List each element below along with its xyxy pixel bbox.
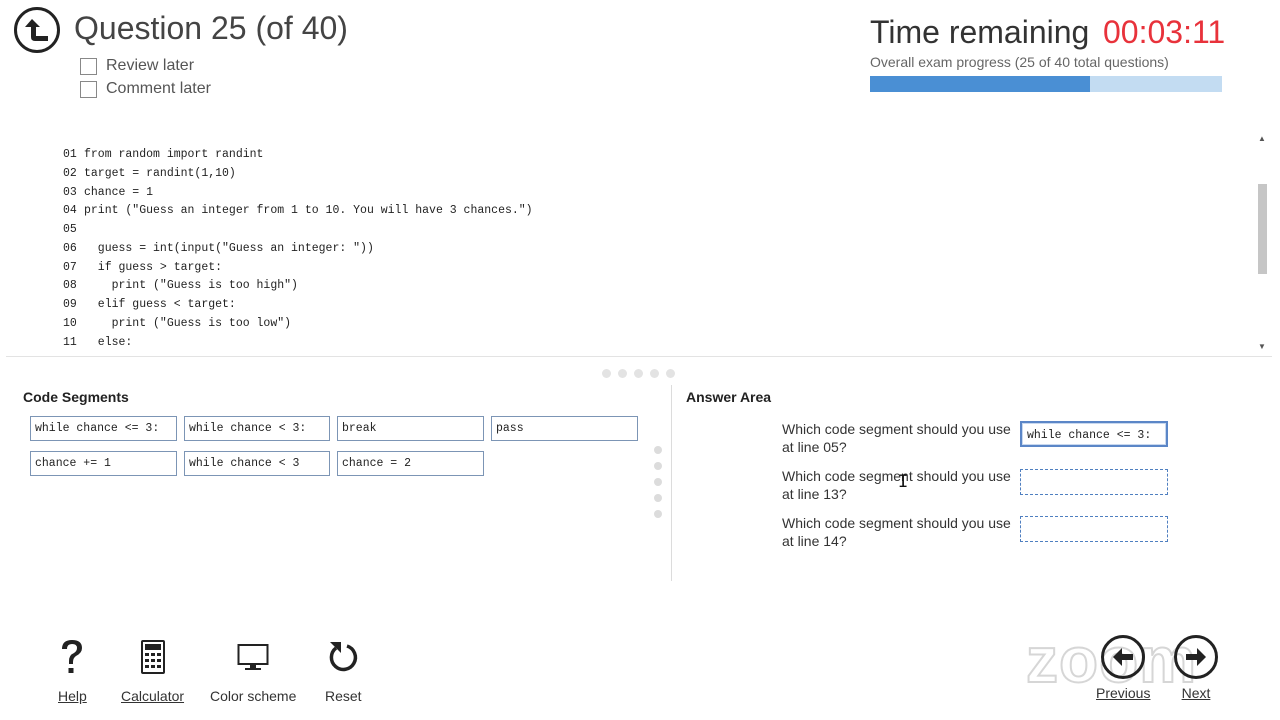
time-remaining-value: 00:03:11 bbox=[1103, 14, 1226, 50]
code-line-number: 05 bbox=[63, 223, 77, 236]
segment-while-chance-lt-3-colon[interactable]: while chance < 3: bbox=[184, 416, 330, 441]
code-line-number: 10 bbox=[63, 316, 77, 330]
answer-question-line-05: Which code segment should you use at lin… bbox=[782, 421, 1011, 455]
time-remaining-label: Time remaining bbox=[870, 14, 1090, 50]
code-line-number: 07 bbox=[63, 260, 77, 274]
code-line-text: chance = 1 bbox=[84, 185, 154, 199]
calculator-button[interactable]: Calculator bbox=[121, 638, 184, 704]
answer-slot-line-13[interactable] bbox=[1020, 469, 1168, 495]
question-title: Question 25 (of 40) bbox=[74, 10, 348, 46]
code-line-text: print ("Guess is too high") bbox=[84, 279, 298, 293]
answer-slot-line-05-value[interactable]: while chance <= 3: bbox=[1027, 429, 1151, 442]
scroll-up-icon[interactable]: ▲ bbox=[1258, 134, 1266, 143]
code-line-number: 11 bbox=[63, 335, 77, 349]
segment-chance-equals-2[interactable]: chance = 2 bbox=[337, 451, 484, 476]
pane-resize-handle[interactable] bbox=[602, 369, 675, 378]
code-line: 08 print ("Guess is too high") bbox=[63, 279, 298, 292]
reset-label: Reset bbox=[325, 688, 362, 704]
exam-progress-fill bbox=[870, 76, 1090, 92]
back-arrow-icon bbox=[25, 19, 48, 41]
code-line: 07 if guess > target: bbox=[63, 261, 222, 274]
review-later-label: Review later bbox=[106, 57, 195, 74]
help-icon bbox=[58, 638, 86, 676]
code-line: 09 elif guess < target: bbox=[63, 298, 236, 311]
code-line: 10 print ("Guess is too low") bbox=[63, 317, 291, 330]
code-line-number: 02 bbox=[63, 166, 77, 180]
comment-later-label: Comment later bbox=[106, 80, 211, 97]
answer-area-heading: Answer Area bbox=[686, 389, 772, 405]
code-line-text: target = randint(1,10) bbox=[84, 166, 236, 180]
code-line: 11 else: bbox=[63, 336, 132, 349]
exam-progress-bar bbox=[870, 76, 1222, 92]
color-scheme-label: Color scheme bbox=[210, 688, 297, 704]
review-later-checkbox[interactable]: Review later bbox=[80, 57, 194, 75]
previous-icon bbox=[1101, 635, 1146, 679]
answer-slot-line-05[interactable]: while chance <= 3: bbox=[1020, 421, 1168, 447]
code-line-text: elif guess < target: bbox=[84, 298, 236, 311]
code-line: 05 bbox=[63, 223, 84, 236]
code-scrollbar[interactable]: ▲ ▼ bbox=[1255, 132, 1269, 354]
next-icon bbox=[1174, 635, 1218, 679]
reset-button[interactable]: Reset bbox=[325, 638, 362, 704]
help-button[interactable]: Help bbox=[58, 638, 87, 704]
segment-pass[interactable]: pass bbox=[491, 416, 638, 441]
code-segments-heading: Code Segments bbox=[23, 389, 129, 405]
previous-button[interactable]: Previous bbox=[1096, 635, 1151, 701]
text-cursor-icon: I bbox=[898, 472, 909, 492]
segment-chance-plus-equals-1[interactable]: chance += 1 bbox=[30, 451, 177, 476]
pane-divider bbox=[6, 356, 1272, 357]
answer-slot-line-14[interactable] bbox=[1020, 516, 1168, 542]
review-later-box[interactable] bbox=[80, 57, 97, 75]
code-line-number: 04 bbox=[63, 204, 77, 218]
segment-while-chance-lte-3[interactable]: while chance <= 3: bbox=[30, 416, 177, 441]
exam-progress-text: Overall exam progress (25 of 40 total qu… bbox=[870, 54, 1169, 70]
code-line: 03 chance = 1 bbox=[63, 186, 153, 199]
code-line: 01 from random import randint bbox=[63, 148, 263, 161]
code-line: 04 print ("Guess an integer from 1 to 10.… bbox=[63, 204, 533, 217]
color-scheme-button[interactable]: Color scheme bbox=[210, 638, 296, 704]
column-divider bbox=[671, 385, 672, 581]
back-button[interactable] bbox=[14, 7, 60, 53]
next-label: Next bbox=[1181, 685, 1211, 701]
code-line-number: 06 bbox=[63, 241, 77, 255]
code-line-text: from random import randint bbox=[84, 148, 264, 161]
code-line: 06 guess = int(input("Guess an integer: … bbox=[63, 242, 374, 255]
column-resize-handle[interactable] bbox=[654, 446, 662, 518]
segment-while-chance-lt-3[interactable]: while chance < 3 bbox=[184, 451, 330, 476]
previous-label: Previous bbox=[1096, 685, 1151, 701]
calculator-icon bbox=[140, 638, 166, 676]
comment-later-box[interactable] bbox=[80, 80, 97, 98]
code-line-number: 01 bbox=[63, 148, 77, 161]
calculator-label: Calculator bbox=[121, 688, 185, 704]
answer-question-line-14: Which code segment should you use at lin… bbox=[782, 515, 1011, 549]
reset-icon bbox=[327, 638, 359, 676]
code-line-text: guess = int(input("Guess an integer: ")) bbox=[84, 241, 374, 255]
code-line-number: 09 bbox=[63, 298, 77, 311]
code-line-number: 08 bbox=[63, 279, 77, 293]
code-line-text: print ("Guess an integer from 1 to 10. Y… bbox=[84, 204, 533, 218]
scroll-down-icon[interactable]: ▼ bbox=[1258, 342, 1266, 351]
code-line: 02 target = randint(1,10) bbox=[63, 167, 236, 180]
help-label: Help bbox=[58, 688, 87, 704]
code-line-number: 03 bbox=[63, 185, 77, 199]
code-listing: 01 from random import randint 02 target = r… bbox=[6, 132, 1272, 356]
monitor-icon bbox=[237, 638, 269, 676]
comment-later-checkbox[interactable]: Comment later bbox=[80, 80, 211, 98]
segment-break[interactable]: break bbox=[337, 416, 484, 441]
code-line-text: else: bbox=[84, 335, 133, 349]
scroll-thumb[interactable] bbox=[1258, 184, 1267, 274]
code-line-text: print ("Guess is too low") bbox=[84, 316, 292, 330]
next-button[interactable]: Next bbox=[1174, 635, 1218, 701]
code-line-text: if guess > target: bbox=[84, 260, 223, 274]
